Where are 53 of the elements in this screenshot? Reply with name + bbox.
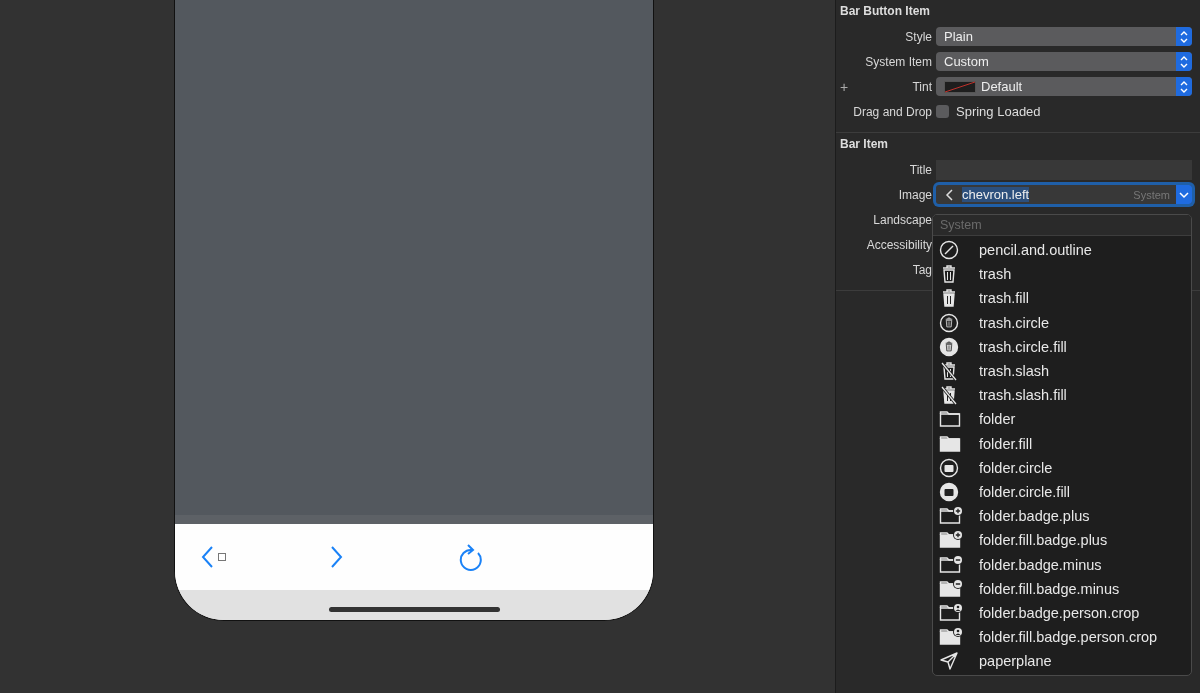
dropdown-caret-icon: [1178, 189, 1190, 200]
folder-icon: [939, 554, 963, 575]
forward-chevron-icon[interactable]: [329, 545, 343, 569]
field-label: Tint: [912, 79, 932, 94]
menu-item[interactable]: folder.fill.badge.minus: [933, 576, 1191, 601]
menu-item[interactable]: folder.fill: [933, 431, 1191, 456]
field-label: Title: [909, 162, 932, 177]
menu-item[interactable]: folder.circle: [933, 455, 1191, 480]
menu-item[interactable]: folder.badge.person.crop: [933, 600, 1191, 625]
field-hint: System: [1133, 188, 1171, 201]
field-label: Accessibility: [866, 237, 932, 252]
color-swatch-icon: [944, 80, 976, 93]
folder-icon: [939, 578, 963, 599]
folder-icon: [939, 409, 963, 430]
field-label: Tag: [912, 262, 932, 277]
image-placeholder-icon: [218, 553, 226, 561]
folder-icon: [939, 602, 963, 623]
menu-item[interactable]: trash.slash.fill: [933, 383, 1191, 408]
menu-item[interactable]: folder.fill.badge.plus: [933, 528, 1191, 553]
menu-item[interactable]: folder.fill.badge.person.crop: [933, 625, 1191, 650]
menu-item[interactable]: trash.circle: [933, 310, 1191, 335]
checkbox-label: Spring Loaded: [956, 104, 1041, 119]
add-variation-button[interactable]: +: [840, 78, 849, 95]
image-combo-box[interactable]: chevron.left System: [936, 185, 1192, 204]
folder-icon: [939, 530, 963, 551]
menu-item[interactable]: folder: [933, 407, 1191, 432]
menu-item[interactable]: pencil.and.outline: [933, 238, 1191, 263]
menu-item[interactable]: trash.circle.fill: [933, 334, 1191, 359]
folder-icon: [939, 506, 963, 527]
menu-item[interactable]: trash.fill: [933, 286, 1191, 311]
folder-icon: [939, 627, 963, 648]
menu-item[interactable]: folder.badge.plus: [933, 504, 1191, 529]
reload-icon[interactable]: [457, 543, 483, 571]
menu-item[interactable]: folder.circle.fill: [933, 479, 1191, 505]
menu-item[interactable]: trash: [933, 262, 1191, 287]
field-label: System Item: [865, 54, 932, 69]
folder-icon: [939, 433, 963, 454]
menu-item[interactable]: folder.badge.minus: [933, 552, 1191, 577]
checkbox[interactable]: [936, 105, 949, 118]
back-chevron-icon[interactable]: [201, 545, 215, 569]
popup-button[interactable]: Custom: [936, 52, 1192, 71]
field-label: Landscape: [873, 212, 932, 227]
popup-button[interactable]: Plain: [936, 27, 1192, 46]
field-label: Style: [905, 29, 932, 44]
field-label: Image: [898, 187, 932, 202]
chevron-left-icon: [944, 187, 956, 202]
section-title: Bar Item: [839, 136, 890, 153]
menu-item[interactable]: trash.slash: [933, 358, 1191, 384]
menu-item[interactable]: paperplane: [933, 649, 1191, 674]
tint-popup[interactable]: Default: [936, 77, 1192, 96]
search-field[interactable]: System: [933, 215, 1191, 236]
section-title: Bar Button Item: [839, 3, 931, 20]
field-label: Drag and Drop: [853, 104, 932, 119]
